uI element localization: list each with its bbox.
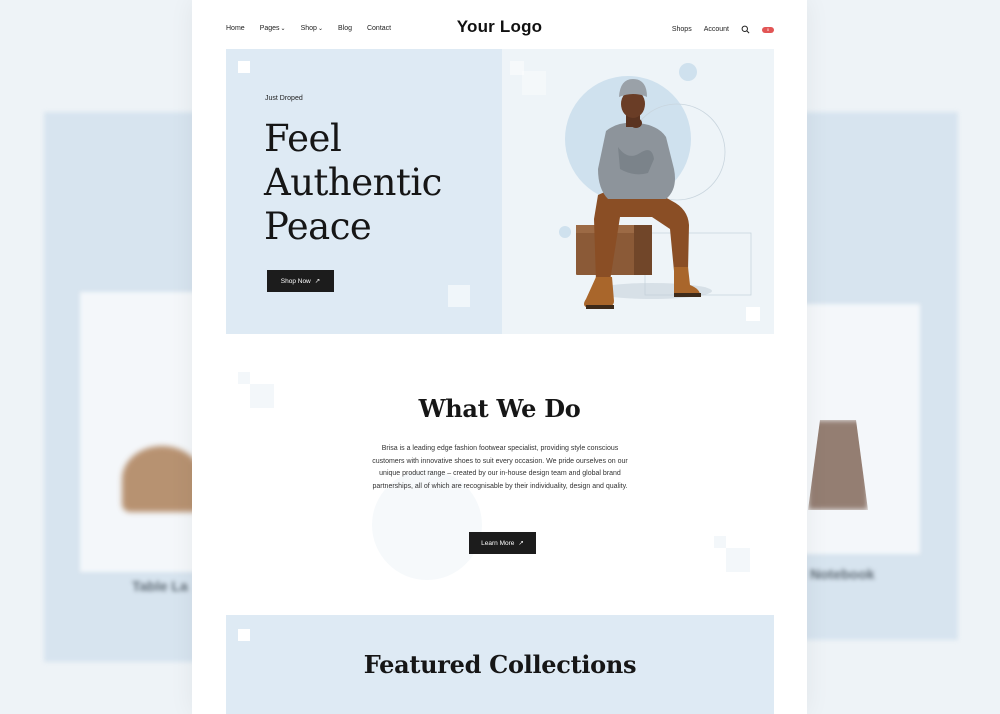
hero-section: Just Droped Feel Authentic Peace Shop No… (226, 49, 774, 334)
decor-square (726, 548, 750, 572)
landing-page: Home Pages⌄ Shop⌄ Blog Contact Your Logo… (192, 0, 807, 714)
bg-caption-right: Notebook (810, 566, 875, 582)
decor-square (238, 61, 250, 73)
arrow-up-right-icon: ↗ (314, 278, 321, 285)
shop-now-label: Shop Now (280, 277, 311, 285)
arrow-up-right-icon: ↗ (518, 540, 524, 547)
learn-more-label: Learn More (481, 539, 515, 547)
hero-title-line: Feel (264, 117, 342, 160)
decor-square (238, 372, 250, 384)
hero-eyebrow: Just Droped (265, 95, 303, 102)
bg-caption-left: Table La (132, 578, 188, 594)
decor-square (238, 629, 250, 641)
hero-image-panel (502, 49, 774, 334)
featured-collections-section: Featured Collections (226, 615, 774, 714)
hero-title: Feel Authentic Peace (264, 117, 494, 249)
bg-product-card-left (80, 292, 210, 572)
hero-title-line: Authentic (264, 161, 442, 204)
hero-title-line: Peace (264, 205, 372, 248)
decor-square (448, 285, 470, 307)
what-we-do-title: What We Do (418, 394, 581, 423)
nav-link-shops[interactable]: Shops (672, 26, 692, 33)
utility-menu: Shops Account 0 (672, 25, 774, 34)
bg-lamp-image-left (122, 446, 202, 512)
featured-collections-title: Featured Collections (363, 650, 637, 679)
search-icon[interactable] (741, 25, 750, 34)
hero-model-image (510, 61, 760, 321)
what-we-do-description: Brisa is a leading edge fashion footwear… (372, 445, 628, 490)
shop-now-button[interactable]: Shop Now ↗ (267, 270, 334, 292)
learn-more-button[interactable]: Learn More ↗ (469, 532, 536, 554)
cart-count-badge[interactable]: 0 (762, 26, 774, 33)
hero-text-panel: Just Droped Feel Authentic Peace Shop No… (226, 49, 502, 334)
nav-link-account[interactable]: Account (704, 26, 729, 33)
decor-square (714, 536, 726, 548)
bg-product-card-right (800, 304, 920, 554)
